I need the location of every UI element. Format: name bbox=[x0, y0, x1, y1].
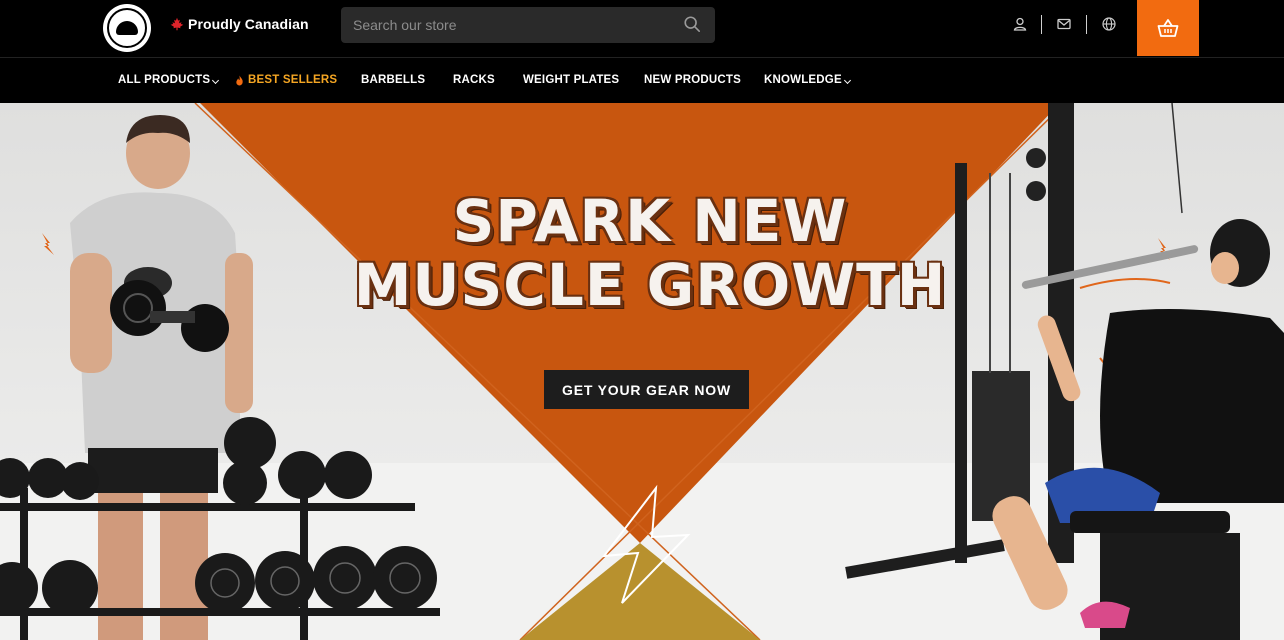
basket-icon bbox=[1157, 19, 1179, 37]
nav-item-label: RACKS bbox=[453, 74, 495, 86]
nav-item-label: KNOWLEDGE bbox=[764, 74, 842, 86]
nav-item-barbells[interactable]: BARBELLS bbox=[361, 74, 425, 86]
header-divider bbox=[1086, 15, 1087, 34]
hero-title-line-1: SPARK NEW bbox=[452, 187, 848, 255]
nav-item-label: BEST SELLERS bbox=[248, 74, 338, 86]
header-divider bbox=[1041, 15, 1042, 34]
mail-icon[interactable] bbox=[1056, 16, 1072, 32]
logo-ring bbox=[107, 8, 147, 48]
brand-logo[interactable] bbox=[103, 4, 151, 52]
nav-item-label: ALL PRODUCTS bbox=[118, 74, 211, 86]
nav-item-label: NEW PRODUCTS bbox=[644, 74, 741, 86]
nav-item-weight-plates[interactable]: WEIGHT PLATES bbox=[523, 74, 619, 86]
globe-icon[interactable] bbox=[1101, 16, 1117, 32]
maple-leaf-icon bbox=[170, 17, 184, 31]
logo-figure bbox=[116, 21, 138, 35]
search-icon[interactable] bbox=[683, 15, 701, 33]
nav-item-label: WEIGHT PLATES bbox=[523, 74, 620, 86]
hero-banner: SPARK NEW MUSCLE GROWTH GET YOUR GEAR NO… bbox=[0, 103, 1284, 640]
hero-title-line-2: MUSCLE GROWTH bbox=[353, 251, 947, 319]
user-icon[interactable] bbox=[1012, 16, 1028, 32]
nav-item-knowledge[interactable]: KNOWLEDGE bbox=[764, 74, 851, 86]
chevron-down-icon bbox=[843, 76, 851, 84]
flame-icon bbox=[236, 75, 243, 85]
nav-item-label: BARBELLS bbox=[361, 74, 426, 86]
proudly-canadian-label: Proudly Canadian bbox=[188, 16, 309, 32]
nav-item-best-sellers[interactable]: BEST SELLERS bbox=[235, 74, 337, 86]
chevron-down-icon bbox=[212, 76, 220, 84]
search-input[interactable] bbox=[341, 7, 715, 43]
nav-item-new-products[interactable]: NEW PRODUCTS bbox=[644, 74, 741, 86]
nav-item-racks[interactable]: RACKS bbox=[453, 74, 495, 86]
cart-button[interactable] bbox=[1137, 0, 1199, 56]
top-bar: Proudly Canadian bbox=[0, 0, 1284, 56]
get-your-gear-now-button[interactable]: GET YOUR GEAR NOW bbox=[544, 370, 749, 409]
nav-item-all-products[interactable]: ALL PRODUCTS bbox=[118, 74, 220, 86]
main-nav: ALL PRODUCTS BEST SELLERS BARBELLS RACKS… bbox=[0, 57, 1284, 103]
